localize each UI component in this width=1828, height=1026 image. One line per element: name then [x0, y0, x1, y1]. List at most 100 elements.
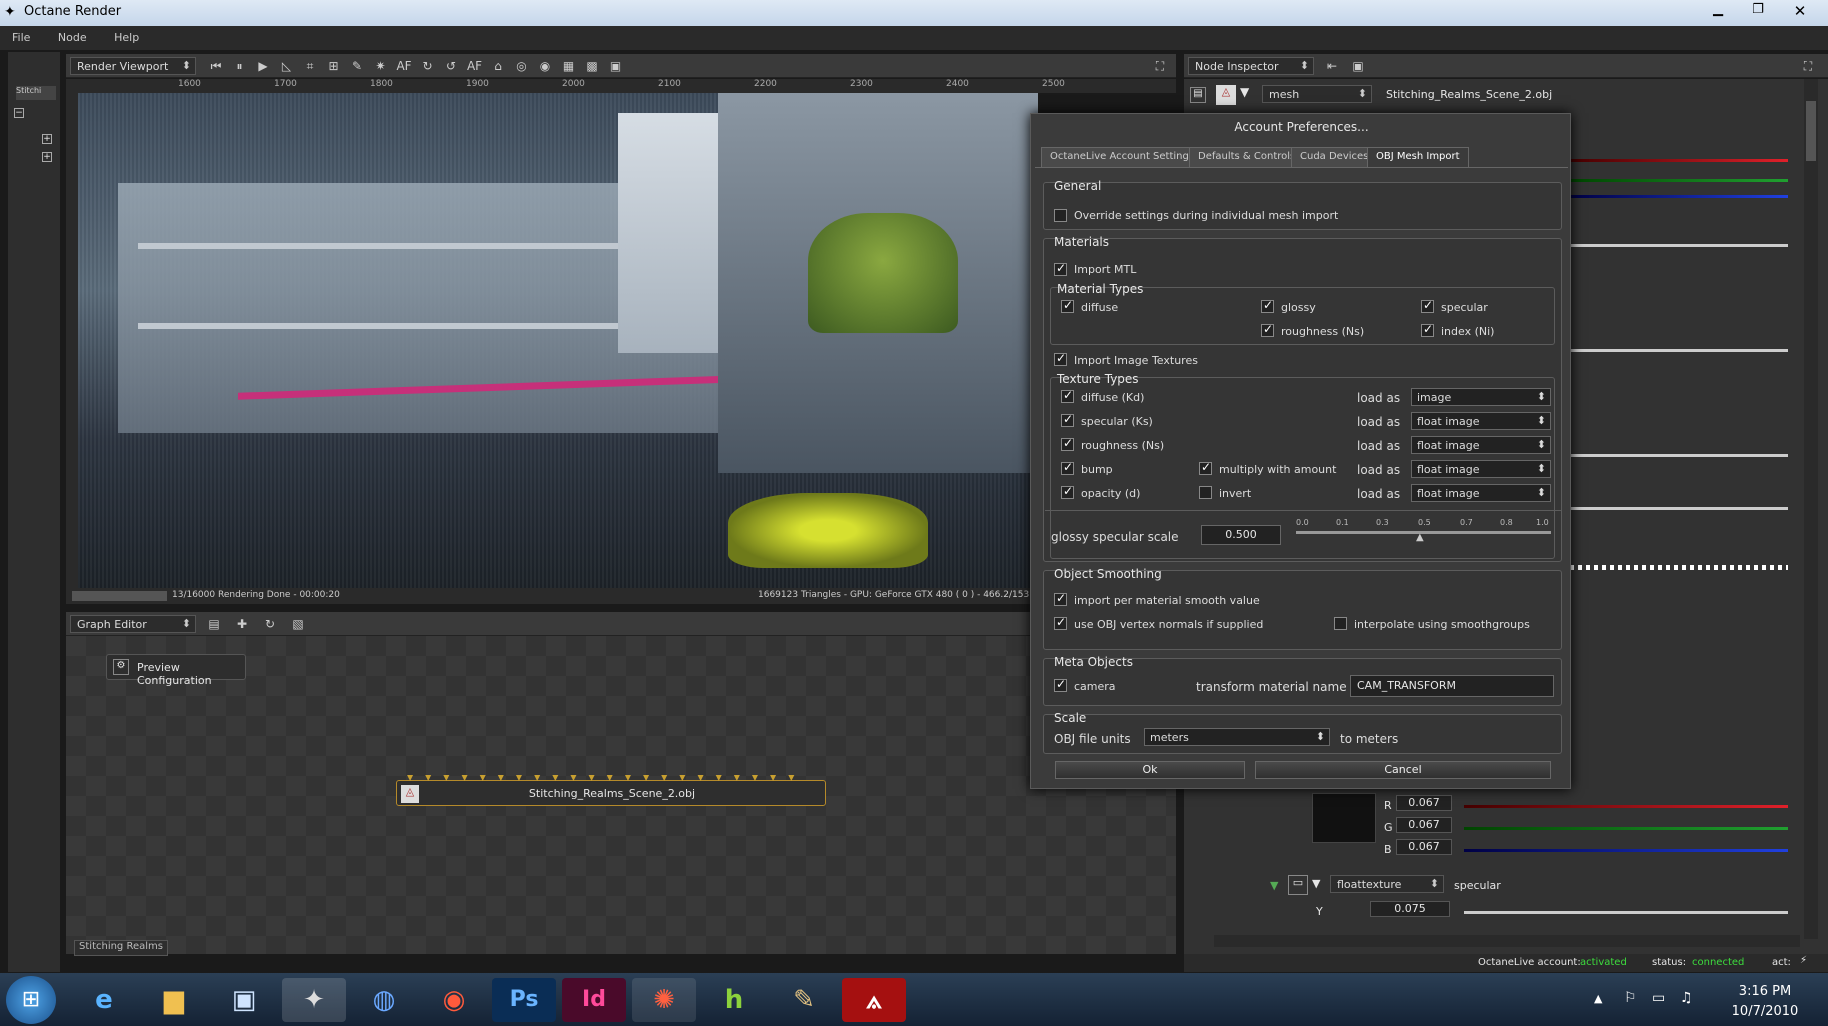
photoshop-icon[interactable]: Ps [492, 978, 556, 1022]
focus-tool-icon[interactable]: ⊞ [324, 57, 344, 75]
tex-roughness-load-select[interactable]: float image [1411, 436, 1551, 454]
tex-diffuse-checkbox[interactable] [1061, 388, 1074, 403]
tex-bump-load-select[interactable]: float image [1411, 460, 1551, 478]
tree-tab[interactable]: Stitchi [16, 86, 56, 100]
checker-icon[interactable]: ▩ [582, 57, 602, 75]
internet-explorer-icon[interactable]: e [72, 978, 136, 1022]
ok-button[interactable]: Ok [1055, 761, 1245, 779]
tab-defaults-controls[interactable]: Defaults & Controls [1189, 147, 1305, 167]
pick-tool-icon[interactable]: ✎ [347, 57, 367, 75]
inspector-select[interactable]: Node Inspector [1188, 57, 1314, 75]
inspector-slider[interactable] [1570, 244, 1788, 247]
frame-icon[interactable]: ▣ [606, 57, 626, 75]
import-mtl-checkbox[interactable] [1054, 261, 1067, 276]
tmn-input[interactable]: CAM_TRANSFORM [1350, 675, 1554, 697]
grid-icon[interactable]: ▦ [559, 57, 579, 75]
menu-help[interactable]: Help [102, 26, 151, 44]
specular-checkbox[interactable] [1421, 298, 1434, 313]
show-hidden-icons[interactable]: ▲ [1594, 992, 1602, 1005]
menu-file[interactable]: File [0, 26, 42, 44]
acrobat-icon[interactable]: ⟑ [842, 978, 906, 1022]
gss-slider[interactable]: 0.0 0.1 0.3 0.5 0.7 0.8 1.0 ▲ [1296, 518, 1551, 548]
graph-tab[interactable]: Stitching Realms [74, 940, 168, 956]
save-graph-icon[interactable]: ▤ [204, 615, 224, 633]
fullscreen-icon[interactable]: ⛶ [1150, 57, 1170, 75]
r-slider[interactable] [1464, 805, 1788, 808]
houdini-icon[interactable]: h [702, 978, 766, 1022]
inspector-slider[interactable] [1570, 349, 1788, 352]
save-icon[interactable]: ▤ [1190, 87, 1206, 103]
roughness-checkbox[interactable] [1261, 322, 1274, 337]
inspector-slider[interactable] [1570, 565, 1788, 570]
multiply-checkbox[interactable] [1199, 460, 1212, 475]
color-swatch[interactable] [1312, 793, 1376, 843]
octane-taskbar-icon[interactable]: ✦ [282, 978, 346, 1022]
tex-opacity-checkbox[interactable] [1061, 484, 1074, 499]
tex-bump-checkbox[interactable] [1061, 460, 1074, 475]
tree-expand-icon[interactable]: + [42, 134, 52, 144]
use-normals-checkbox[interactable] [1054, 615, 1067, 630]
r-value-field[interactable]: 0.067 [1396, 795, 1452, 811]
smoothgroups-checkbox[interactable] [1334, 617, 1347, 630]
minimize-button[interactable]: ▁ [1700, 2, 1736, 22]
glossy-checkbox[interactable] [1261, 298, 1274, 313]
units-select[interactable]: meters [1144, 728, 1330, 746]
y-slider[interactable] [1464, 911, 1788, 914]
camera-checkbox[interactable] [1054, 677, 1067, 692]
af-icon[interactable]: AF [394, 57, 414, 75]
disabled-tool-icon[interactable]: ▧ [288, 615, 308, 633]
close-window-button[interactable]: ✕ [1780, 2, 1820, 22]
indesign-icon[interactable]: Id [562, 978, 626, 1022]
rewind-icon[interactable]: ⏮ [206, 57, 226, 75]
graph-select[interactable]: Graph Editor [70, 615, 196, 633]
refresh-icon[interactable]: ↻ [418, 57, 438, 75]
cancel-button[interactable]: Cancel [1255, 761, 1551, 779]
menu-node[interactable]: Node [46, 26, 99, 44]
tex-opacity-load-select[interactable]: float image [1411, 484, 1551, 502]
tab-obj-mesh-import[interactable]: OBJ Mesh Import [1367, 147, 1469, 167]
preview-configuration-node[interactable]: ⚙ Preview Configuration [106, 654, 246, 687]
y-value-field[interactable]: 0.075 [1370, 901, 1450, 917]
chrome-icon[interactable]: ◉ [422, 978, 486, 1022]
b-slider[interactable] [1464, 849, 1788, 852]
explorer-folder-icon[interactable]: ▆ [142, 978, 206, 1022]
tex-diffuse-load-select[interactable]: image [1411, 388, 1551, 406]
tree-expand-icon[interactable]: − [14, 108, 24, 118]
inspector-scrollbar[interactable] [1804, 79, 1818, 939]
reload-icon[interactable]: ↻ [260, 615, 280, 633]
gss-thumb[interactable]: ▲ [1416, 532, 1424, 543]
maximize-button[interactable]: ❐ [1740, 2, 1776, 22]
tree-expand-icon[interactable]: + [42, 152, 52, 162]
pause-icon[interactable]: ⏸ [230, 57, 250, 75]
override-checkbox[interactable] [1054, 209, 1067, 222]
diffuse-checkbox[interactable] [1061, 298, 1074, 313]
node-input-pins[interactable]: ▼▼▼▼▼▼▼▼▼▼▼▼▼▼▼▼▼▼▼▼▼▼ [407, 775, 817, 781]
play-icon[interactable]: ▶ [253, 57, 273, 75]
inspector-collapse-arrow[interactable]: ▼ [1240, 85, 1249, 99]
horizontal-scrollbar[interactable] [1214, 935, 1800, 947]
inspector-slider[interactable] [1570, 454, 1788, 457]
texture-collapse-arrow[interactable]: ▼ [1312, 877, 1320, 890]
notepad-icon[interactable]: ✎ [772, 978, 836, 1022]
tex-specular-load-select[interactable]: float image [1411, 412, 1551, 430]
blender-icon[interactable]: ◍ [352, 978, 416, 1022]
start-button[interactable]: ⊞ [6, 976, 56, 1024]
render-image[interactable] [78, 93, 1038, 588]
clock-date[interactable]: 10/7/2010 [1720, 1004, 1810, 1019]
node-type-select[interactable]: mesh [1262, 85, 1372, 103]
3d-app-icon[interactable]: ✺ [632, 978, 696, 1022]
ruler-tool-icon[interactable]: ◺ [277, 57, 297, 75]
viewport-select[interactable]: Render Viewport [70, 57, 196, 75]
volume-icon[interactable]: ♫ [1680, 990, 1693, 1006]
b-value-field[interactable]: 0.067 [1396, 839, 1452, 855]
network-icon[interactable]: ⚐ [1624, 990, 1637, 1006]
light-tool-icon[interactable]: ✷ [371, 57, 391, 75]
inspector-slider[interactable] [1570, 507, 1788, 510]
expand-icon[interactable]: ▣ [1348, 57, 1368, 75]
per-material-checkbox[interactable] [1054, 591, 1067, 606]
inspector-fullscreen-icon[interactable]: ⛶ [1798, 57, 1818, 75]
graph-canvas[interactable]: ⚙ Preview Configuration ▼▼▼▼▼▼▼▼▼▼▼▼▼▼▼▼… [66, 636, 1176, 956]
index-checkbox[interactable] [1421, 322, 1434, 337]
import-textures-checkbox[interactable] [1054, 351, 1067, 366]
clay-icon[interactable]: ◉ [535, 57, 555, 75]
